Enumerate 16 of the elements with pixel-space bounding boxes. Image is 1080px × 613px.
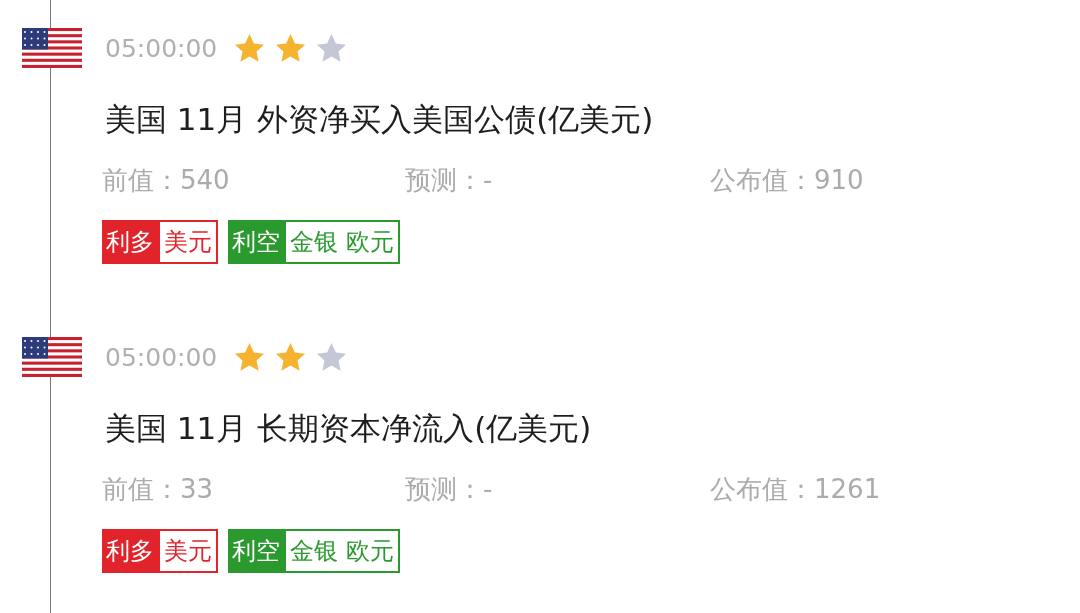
impact-tag: 利多 美元 xyxy=(102,220,218,264)
event-title: 美国 11月 长期资本净流入(亿美元) xyxy=(105,409,593,448)
impact-tag: 利空 金银 欧元 xyxy=(228,220,400,264)
event-time: 05:00:00 xyxy=(105,33,218,63)
impact-tag: 利多 美元 xyxy=(102,529,218,573)
event-value: 公布值：1261 xyxy=(710,473,882,506)
event-value: 前值：540 xyxy=(102,164,231,197)
impact-tag: 利空 金银 欧元 xyxy=(228,529,400,573)
event-value: 预测：- xyxy=(405,473,494,506)
event-value: 预测：- xyxy=(405,164,494,197)
event-value: 前值：33 xyxy=(102,473,215,506)
event-title: 美国 11月 外资净买入美国公债(亿美元) xyxy=(105,100,655,139)
event-value: 公布值：910 xyxy=(710,164,865,197)
flag-icon xyxy=(22,28,82,68)
event-time: 05:00:00 xyxy=(105,342,218,372)
flag-icon xyxy=(22,337,82,377)
